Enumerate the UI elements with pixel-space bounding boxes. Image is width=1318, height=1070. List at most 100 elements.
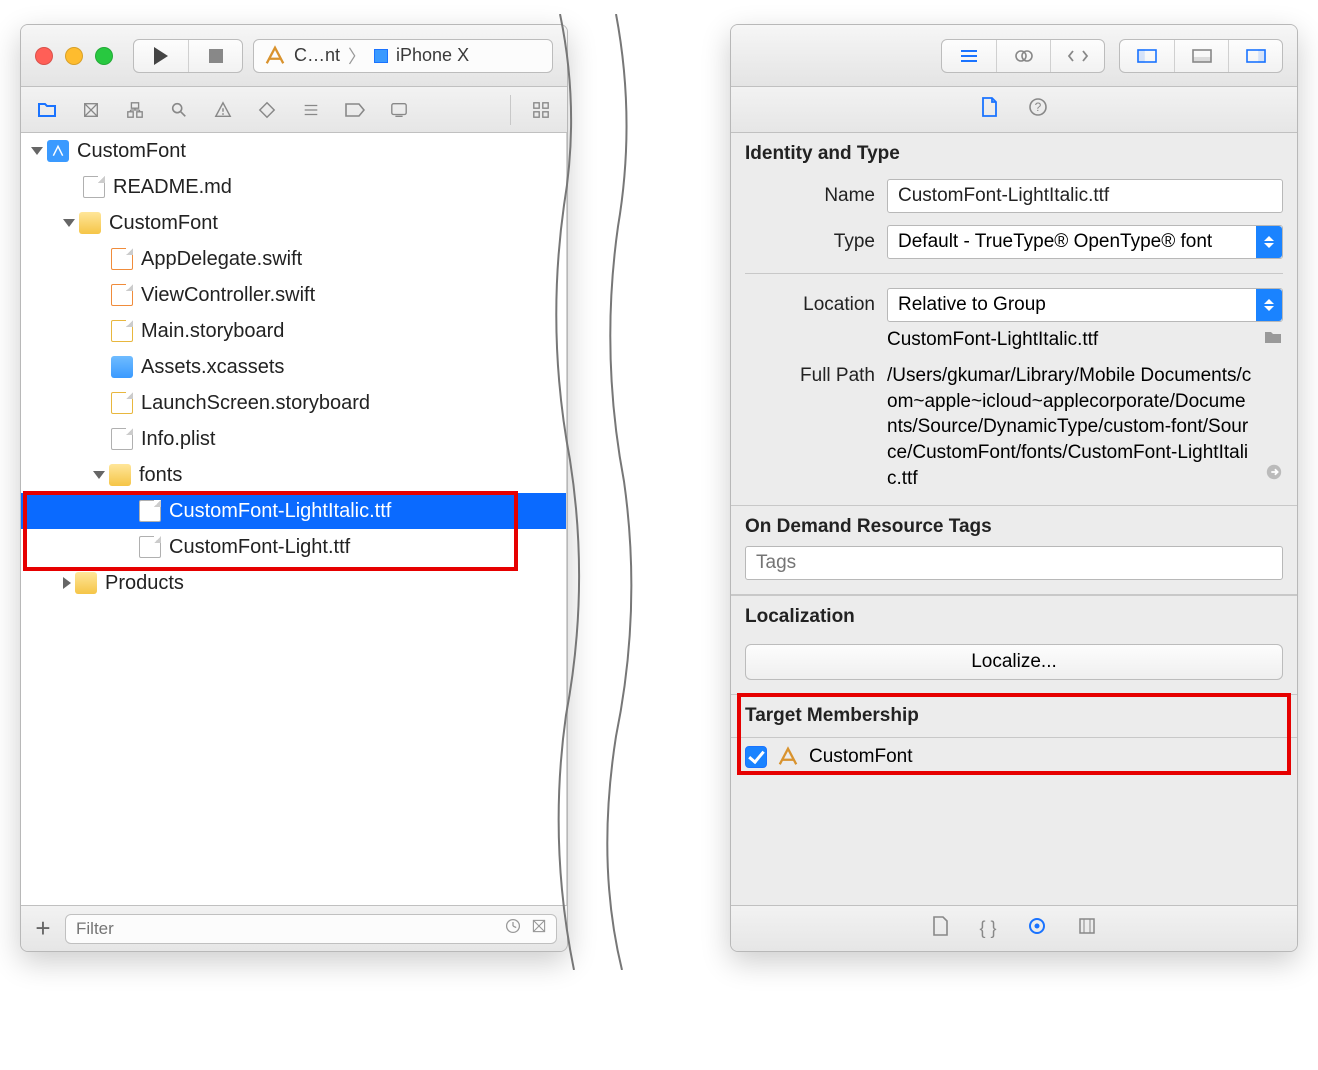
file-inspector-panel: ? Identity and Type Name Type Default - …	[730, 24, 1298, 952]
tree-row[interactable]: Info.plist	[21, 421, 566, 457]
navigator-tab-bar	[21, 87, 567, 133]
inspector-body: Identity and Type Name Type Default - Tr…	[731, 133, 1297, 905]
scheme-breadcrumb[interactable]: C…nt 〉 iPhone X	[253, 39, 553, 73]
torn-edge-right	[596, 14, 636, 970]
file-tree: CustomFont README.md CustomFont AppDeleg…	[21, 133, 567, 905]
file-name: Info.plist	[141, 428, 215, 451]
choose-folder-icon[interactable]	[1263, 328, 1283, 351]
toggle-navigator-button[interactable]	[1120, 40, 1174, 72]
file-icon	[83, 176, 105, 198]
inspector-tab-bar: ?	[731, 87, 1297, 133]
titlebar-right	[731, 25, 1297, 87]
target-membership-row[interactable]: CustomFont	[731, 740, 1297, 774]
select-arrows-icon	[1256, 226, 1282, 258]
filter-input[interactable]	[65, 914, 557, 944]
name-input[interactable]	[887, 179, 1283, 213]
project-navigator-panel: C…nt 〉 iPhone X CustomFont README.md	[20, 24, 568, 952]
file-template-library-tab[interactable]	[931, 915, 949, 943]
zoom-window-button[interactable]	[95, 47, 113, 65]
name-label: Name	[745, 185, 875, 207]
plist-icon	[111, 428, 133, 450]
test-navigator-tab[interactable]	[247, 90, 287, 130]
minimize-window-button[interactable]	[65, 47, 83, 65]
fullpath-value: /Users/gkumar/Library/Mobile Documents/c…	[887, 363, 1253, 491]
location-file: CustomFont-LightItalic.ttf	[887, 329, 1255, 351]
tree-row[interactable]: LaunchScreen.storyboard	[21, 385, 566, 421]
tree-row[interactable]: fonts	[21, 457, 566, 493]
editor-mode-group	[941, 39, 1105, 73]
window-traffic-lights	[35, 47, 113, 65]
run-button[interactable]	[134, 40, 188, 72]
toggle-debug-button[interactable]	[1174, 40, 1228, 72]
location-label: Location	[745, 294, 875, 316]
tree-row[interactable]: Products	[21, 565, 566, 601]
tags-input[interactable]	[745, 546, 1283, 580]
play-icon	[154, 47, 168, 65]
tree-row[interactable]: AppDelegate.swift	[21, 241, 566, 277]
find-navigator-tab[interactable]	[159, 90, 199, 130]
symbol-navigator-tab[interactable]	[115, 90, 155, 130]
titlebar: C…nt 〉 iPhone X	[21, 25, 567, 87]
standard-editor-button[interactable]	[942, 40, 996, 72]
tree-row[interactable]: ViewController.swift	[21, 277, 566, 313]
project-navigator-tab[interactable]	[27, 90, 67, 130]
issue-navigator-tab[interactable]	[203, 90, 243, 130]
assets-icon	[111, 356, 133, 378]
font-file-icon	[139, 500, 161, 522]
close-window-button[interactable]	[35, 47, 53, 65]
localization-section-header: Localization	[731, 596, 1297, 636]
tree-row-selected[interactable]: CustomFont-LightItalic.ttf	[21, 493, 566, 529]
tree-project-row[interactable]: CustomFont	[21, 133, 566, 169]
scm-filter-icon[interactable]	[531, 917, 547, 940]
device-icon	[374, 49, 388, 63]
tree-row[interactable]: README.md	[21, 169, 566, 205]
media-library-tab[interactable]	[1077, 916, 1097, 942]
target-checkbox[interactable]	[745, 746, 767, 768]
swift-file-icon	[111, 248, 133, 270]
tree-row[interactable]: CustomFont-Light.ttf	[21, 529, 566, 565]
disclosure-icon[interactable]	[31, 147, 43, 155]
select-arrows-icon	[1256, 289, 1282, 321]
swift-file-icon	[111, 284, 133, 306]
disclosure-icon[interactable]	[63, 577, 71, 589]
torn-edge-left	[550, 14, 590, 970]
odr-section-header: On Demand Resource Tags	[731, 506, 1297, 546]
run-stop-group	[133, 39, 243, 73]
recent-filter-icon[interactable]	[505, 917, 521, 940]
disclosure-icon[interactable]	[93, 471, 105, 479]
folder-icon	[75, 572, 97, 594]
tree-row[interactable]: Assets.xcassets	[21, 349, 566, 385]
localize-button[interactable]: Localize...	[745, 644, 1283, 680]
breakpoint-navigator-tab[interactable]	[335, 90, 375, 130]
toggle-inspector-button[interactable]	[1228, 40, 1282, 72]
target-name: CustomFont	[809, 746, 912, 768]
tree-row[interactable]: CustomFont	[21, 205, 566, 241]
library-tab-bar: { }	[731, 905, 1297, 951]
location-select[interactable]: Relative to Group	[887, 288, 1283, 322]
debug-navigator-tab[interactable]	[291, 90, 331, 130]
quick-help-tab[interactable]: ?	[1028, 97, 1048, 123]
tree-row[interactable]: Main.storyboard	[21, 313, 566, 349]
version-editor-button[interactable]	[1050, 40, 1104, 72]
scheme-name: C…nt	[294, 45, 340, 66]
device-name: iPhone X	[396, 45, 469, 66]
storyboard-icon	[111, 392, 133, 414]
add-button[interactable]: +	[31, 913, 55, 944]
font-file-icon	[139, 536, 161, 558]
type-value: Default - TrueType® OpenType® font	[898, 231, 1212, 253]
project-icon	[47, 140, 69, 162]
reveal-arrow-icon[interactable]	[1265, 463, 1283, 487]
source-control-tab[interactable]	[71, 90, 111, 130]
storyboard-icon	[111, 320, 133, 342]
stop-button[interactable]	[188, 40, 242, 72]
folder-name: CustomFont	[109, 212, 218, 235]
disclosure-icon[interactable]	[63, 219, 75, 227]
assistant-editor-button[interactable]	[996, 40, 1050, 72]
code-snippet-library-tab[interactable]: { }	[979, 918, 996, 939]
object-library-tab[interactable]	[1027, 916, 1047, 942]
report-navigator-tab[interactable]	[379, 90, 419, 130]
type-select[interactable]: Default - TrueType® OpenType® font	[887, 225, 1283, 259]
target-membership-header: Target Membership	[731, 695, 1297, 735]
file-inspector-tab[interactable]	[980, 96, 998, 124]
app-target-icon	[777, 746, 799, 768]
